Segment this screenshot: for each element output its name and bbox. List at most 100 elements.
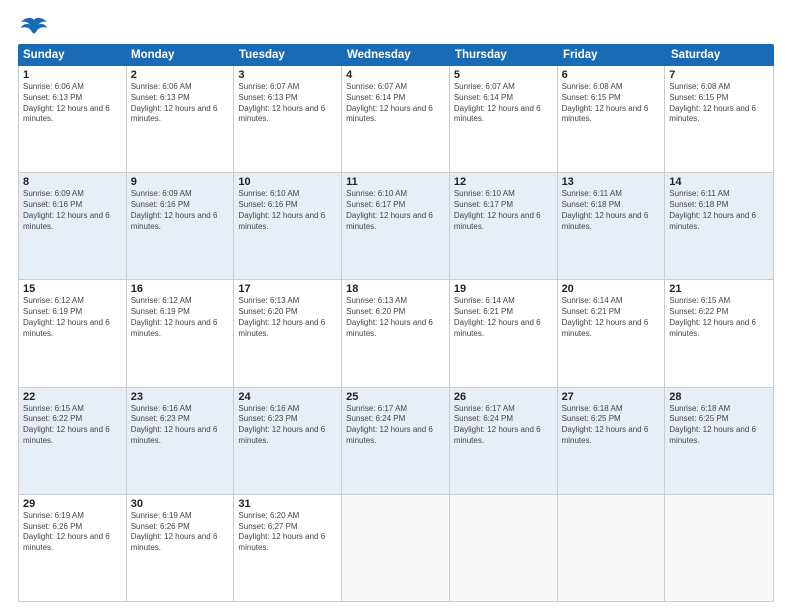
day-number: 8 — [23, 176, 122, 188]
day-number: 12 — [454, 176, 553, 188]
weekday-header-sunday: Sunday — [18, 44, 126, 66]
cell-info: Sunrise: 6:06 AMSunset: 6:13 PMDaylight:… — [131, 82, 230, 125]
calendar-cell: 26Sunrise: 6:17 AMSunset: 6:24 PMDayligh… — [450, 388, 558, 494]
calendar-cell: 3Sunrise: 6:07 AMSunset: 6:13 PMDaylight… — [234, 66, 342, 172]
day-number: 23 — [131, 391, 230, 403]
calendar-cell: 28Sunrise: 6:18 AMSunset: 6:25 PMDayligh… — [665, 388, 773, 494]
day-number: 11 — [346, 176, 445, 188]
weekday-header-monday: Monday — [126, 44, 234, 66]
cell-info: Sunrise: 6:08 AMSunset: 6:15 PMDaylight:… — [669, 82, 769, 125]
cell-info: Sunrise: 6:09 AMSunset: 6:16 PMDaylight:… — [131, 189, 230, 232]
calendar-cell: 9Sunrise: 6:09 AMSunset: 6:16 PMDaylight… — [127, 173, 235, 279]
calendar-cell: 5Sunrise: 6:07 AMSunset: 6:14 PMDaylight… — [450, 66, 558, 172]
day-number: 25 — [346, 391, 445, 403]
calendar-row-5: 29Sunrise: 6:19 AMSunset: 6:26 PMDayligh… — [19, 495, 773, 601]
calendar-cell: 27Sunrise: 6:18 AMSunset: 6:25 PMDayligh… — [558, 388, 666, 494]
day-number: 5 — [454, 69, 553, 81]
calendar-cell — [342, 495, 450, 601]
weekday-header-saturday: Saturday — [666, 44, 774, 66]
calendar-cell — [665, 495, 773, 601]
cell-info: Sunrise: 6:16 AMSunset: 6:23 PMDaylight:… — [131, 404, 230, 447]
cell-info: Sunrise: 6:13 AMSunset: 6:20 PMDaylight:… — [238, 296, 337, 339]
calendar-cell: 30Sunrise: 6:19 AMSunset: 6:26 PMDayligh… — [127, 495, 235, 601]
day-number: 26 — [454, 391, 553, 403]
cell-info: Sunrise: 6:12 AMSunset: 6:19 PMDaylight:… — [23, 296, 122, 339]
calendar-cell: 29Sunrise: 6:19 AMSunset: 6:26 PMDayligh… — [19, 495, 127, 601]
logo — [18, 18, 48, 34]
day-number: 10 — [238, 176, 337, 188]
day-number: 16 — [131, 283, 230, 295]
day-number: 28 — [669, 391, 769, 403]
calendar-cell: 8Sunrise: 6:09 AMSunset: 6:16 PMDaylight… — [19, 173, 127, 279]
calendar-row-3: 15Sunrise: 6:12 AMSunset: 6:19 PMDayligh… — [19, 280, 773, 387]
day-number: 2 — [131, 69, 230, 81]
calendar-cell: 1Sunrise: 6:06 AMSunset: 6:13 PMDaylight… — [19, 66, 127, 172]
calendar-cell: 16Sunrise: 6:12 AMSunset: 6:19 PMDayligh… — [127, 280, 235, 386]
calendar-cell: 25Sunrise: 6:17 AMSunset: 6:24 PMDayligh… — [342, 388, 450, 494]
cell-info: Sunrise: 6:14 AMSunset: 6:21 PMDaylight:… — [562, 296, 661, 339]
calendar-cell: 21Sunrise: 6:15 AMSunset: 6:22 PMDayligh… — [665, 280, 773, 386]
weekday-header-thursday: Thursday — [450, 44, 558, 66]
day-number: 30 — [131, 498, 230, 510]
cell-info: Sunrise: 6:07 AMSunset: 6:14 PMDaylight:… — [346, 82, 445, 125]
calendar-cell: 7Sunrise: 6:08 AMSunset: 6:15 PMDaylight… — [665, 66, 773, 172]
day-number: 1 — [23, 69, 122, 81]
calendar-cell: 4Sunrise: 6:07 AMSunset: 6:14 PMDaylight… — [342, 66, 450, 172]
calendar-cell: 10Sunrise: 6:10 AMSunset: 6:16 PMDayligh… — [234, 173, 342, 279]
day-number: 3 — [238, 69, 337, 81]
cell-info: Sunrise: 6:14 AMSunset: 6:21 PMDaylight:… — [454, 296, 553, 339]
day-number: 9 — [131, 176, 230, 188]
calendar-cell: 6Sunrise: 6:08 AMSunset: 6:15 PMDaylight… — [558, 66, 666, 172]
cell-info: Sunrise: 6:19 AMSunset: 6:26 PMDaylight:… — [131, 511, 230, 554]
day-number: 22 — [23, 391, 122, 403]
day-number: 6 — [562, 69, 661, 81]
calendar-cell: 31Sunrise: 6:20 AMSunset: 6:27 PMDayligh… — [234, 495, 342, 601]
day-number: 21 — [669, 283, 769, 295]
calendar-row-1: 1Sunrise: 6:06 AMSunset: 6:13 PMDaylight… — [19, 66, 773, 173]
page-header — [18, 18, 774, 34]
calendar-cell: 12Sunrise: 6:10 AMSunset: 6:17 PMDayligh… — [450, 173, 558, 279]
cell-info: Sunrise: 6:19 AMSunset: 6:26 PMDaylight:… — [23, 511, 122, 554]
cell-info: Sunrise: 6:15 AMSunset: 6:22 PMDaylight:… — [669, 296, 769, 339]
calendar-cell: 18Sunrise: 6:13 AMSunset: 6:20 PMDayligh… — [342, 280, 450, 386]
calendar-cell: 22Sunrise: 6:15 AMSunset: 6:22 PMDayligh… — [19, 388, 127, 494]
weekday-header-wednesday: Wednesday — [342, 44, 450, 66]
cell-info: Sunrise: 6:16 AMSunset: 6:23 PMDaylight:… — [238, 404, 337, 447]
calendar-cell — [450, 495, 558, 601]
calendar-cell — [558, 495, 666, 601]
cell-info: Sunrise: 6:10 AMSunset: 6:16 PMDaylight:… — [238, 189, 337, 232]
cell-info: Sunrise: 6:07 AMSunset: 6:13 PMDaylight:… — [238, 82, 337, 125]
calendar-row-4: 22Sunrise: 6:15 AMSunset: 6:22 PMDayligh… — [19, 388, 773, 495]
weekday-header-friday: Friday — [558, 44, 666, 66]
day-number: 18 — [346, 283, 445, 295]
cell-info: Sunrise: 6:06 AMSunset: 6:13 PMDaylight:… — [23, 82, 122, 125]
calendar-cell: 24Sunrise: 6:16 AMSunset: 6:23 PMDayligh… — [234, 388, 342, 494]
cell-info: Sunrise: 6:13 AMSunset: 6:20 PMDaylight:… — [346, 296, 445, 339]
calendar-page: SundayMondayTuesdayWednesdayThursdayFrid… — [0, 0, 792, 612]
cell-info: Sunrise: 6:11 AMSunset: 6:18 PMDaylight:… — [669, 189, 769, 232]
calendar: SundayMondayTuesdayWednesdayThursdayFrid… — [18, 44, 774, 602]
cell-info: Sunrise: 6:12 AMSunset: 6:19 PMDaylight:… — [131, 296, 230, 339]
calendar-cell: 19Sunrise: 6:14 AMSunset: 6:21 PMDayligh… — [450, 280, 558, 386]
calendar-header: SundayMondayTuesdayWednesdayThursdayFrid… — [18, 44, 774, 66]
calendar-cell: 15Sunrise: 6:12 AMSunset: 6:19 PMDayligh… — [19, 280, 127, 386]
day-number: 17 — [238, 283, 337, 295]
day-number: 31 — [238, 498, 337, 510]
calendar-cell: 23Sunrise: 6:16 AMSunset: 6:23 PMDayligh… — [127, 388, 235, 494]
logo-bird-icon — [20, 16, 48, 38]
cell-info: Sunrise: 6:10 AMSunset: 6:17 PMDaylight:… — [454, 189, 553, 232]
day-number: 19 — [454, 283, 553, 295]
calendar-cell: 14Sunrise: 6:11 AMSunset: 6:18 PMDayligh… — [665, 173, 773, 279]
weekday-header-tuesday: Tuesday — [234, 44, 342, 66]
day-number: 15 — [23, 283, 122, 295]
day-number: 4 — [346, 69, 445, 81]
day-number: 20 — [562, 283, 661, 295]
cell-info: Sunrise: 6:18 AMSunset: 6:25 PMDaylight:… — [669, 404, 769, 447]
day-number: 27 — [562, 391, 661, 403]
cell-info: Sunrise: 6:17 AMSunset: 6:24 PMDaylight:… — [346, 404, 445, 447]
calendar-body: 1Sunrise: 6:06 AMSunset: 6:13 PMDaylight… — [18, 66, 774, 602]
cell-info: Sunrise: 6:08 AMSunset: 6:15 PMDaylight:… — [562, 82, 661, 125]
day-number: 14 — [669, 176, 769, 188]
cell-info: Sunrise: 6:15 AMSunset: 6:22 PMDaylight:… — [23, 404, 122, 447]
cell-info: Sunrise: 6:17 AMSunset: 6:24 PMDaylight:… — [454, 404, 553, 447]
